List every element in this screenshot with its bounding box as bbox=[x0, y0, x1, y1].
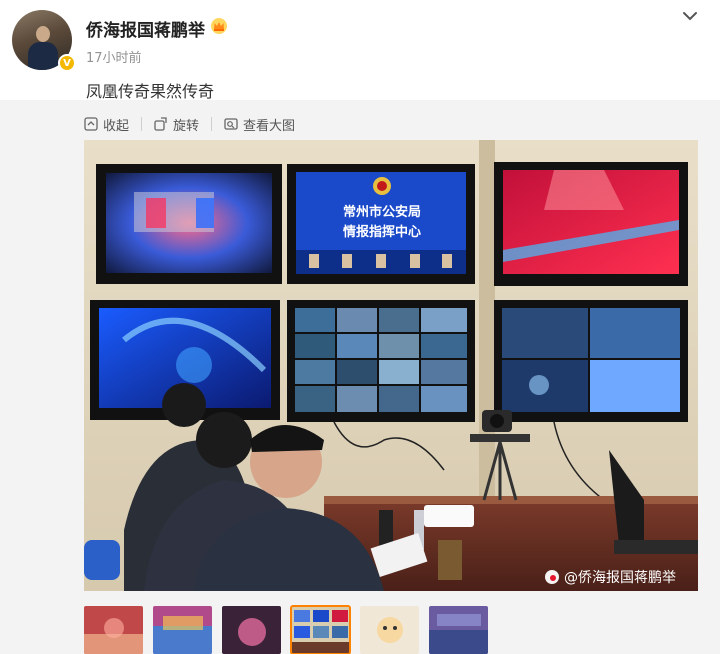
monitor-wall-photo: 常州市公安局 情报指挥中心 @侨海报国蒋鹏举 bbox=[84, 140, 698, 591]
rotate-button[interactable]: 旋转 bbox=[154, 115, 199, 134]
view-large-label: 查看大图 bbox=[243, 118, 296, 134]
collapse-button[interactable]: 收起 bbox=[84, 115, 129, 134]
collapse-icon bbox=[84, 117, 98, 131]
main-photo[interactable]: 常州市公安局 情报指挥中心 @侨海报国蒋鹏举 bbox=[84, 140, 698, 591]
thumbnail-strip bbox=[84, 605, 488, 654]
avatar[interactable]: V bbox=[12, 10, 76, 72]
username[interactable]: 侨海报国蒋鹏举 bbox=[86, 16, 205, 41]
crown-icon bbox=[211, 18, 227, 34]
thumbnail[interactable] bbox=[222, 606, 281, 654]
sign-line-1: 常州市公安局 bbox=[343, 204, 421, 220]
toolbar-divider bbox=[211, 117, 213, 131]
watermark-text: @侨海报国蒋鹏举 bbox=[564, 570, 676, 586]
sign-line-2: 情报指挥中心 bbox=[343, 224, 421, 240]
post-text: 凤凰传奇果然传奇 bbox=[86, 82, 215, 101]
thumbnail-selected[interactable] bbox=[290, 605, 351, 654]
rotate-label: 旋转 bbox=[173, 118, 200, 134]
post-time[interactable]: 17小时前 bbox=[86, 47, 142, 66]
camera-grid bbox=[295, 308, 467, 412]
verified-badge-icon: V bbox=[58, 54, 76, 72]
thumbnail[interactable] bbox=[360, 606, 419, 654]
chevron-down-icon[interactable] bbox=[680, 8, 700, 24]
rotate-icon bbox=[154, 117, 167, 131]
view-large-icon bbox=[224, 118, 238, 130]
collapse-label: 收起 bbox=[103, 118, 130, 134]
image-toolbar: 收起 旋转 查看大图 bbox=[84, 114, 295, 134]
toolbar-divider bbox=[141, 117, 143, 131]
view-large-button[interactable]: 查看大图 bbox=[224, 115, 295, 134]
thumbnail[interactable] bbox=[84, 606, 143, 654]
thumbnail[interactable] bbox=[153, 606, 212, 654]
thumbnail[interactable] bbox=[429, 606, 488, 654]
